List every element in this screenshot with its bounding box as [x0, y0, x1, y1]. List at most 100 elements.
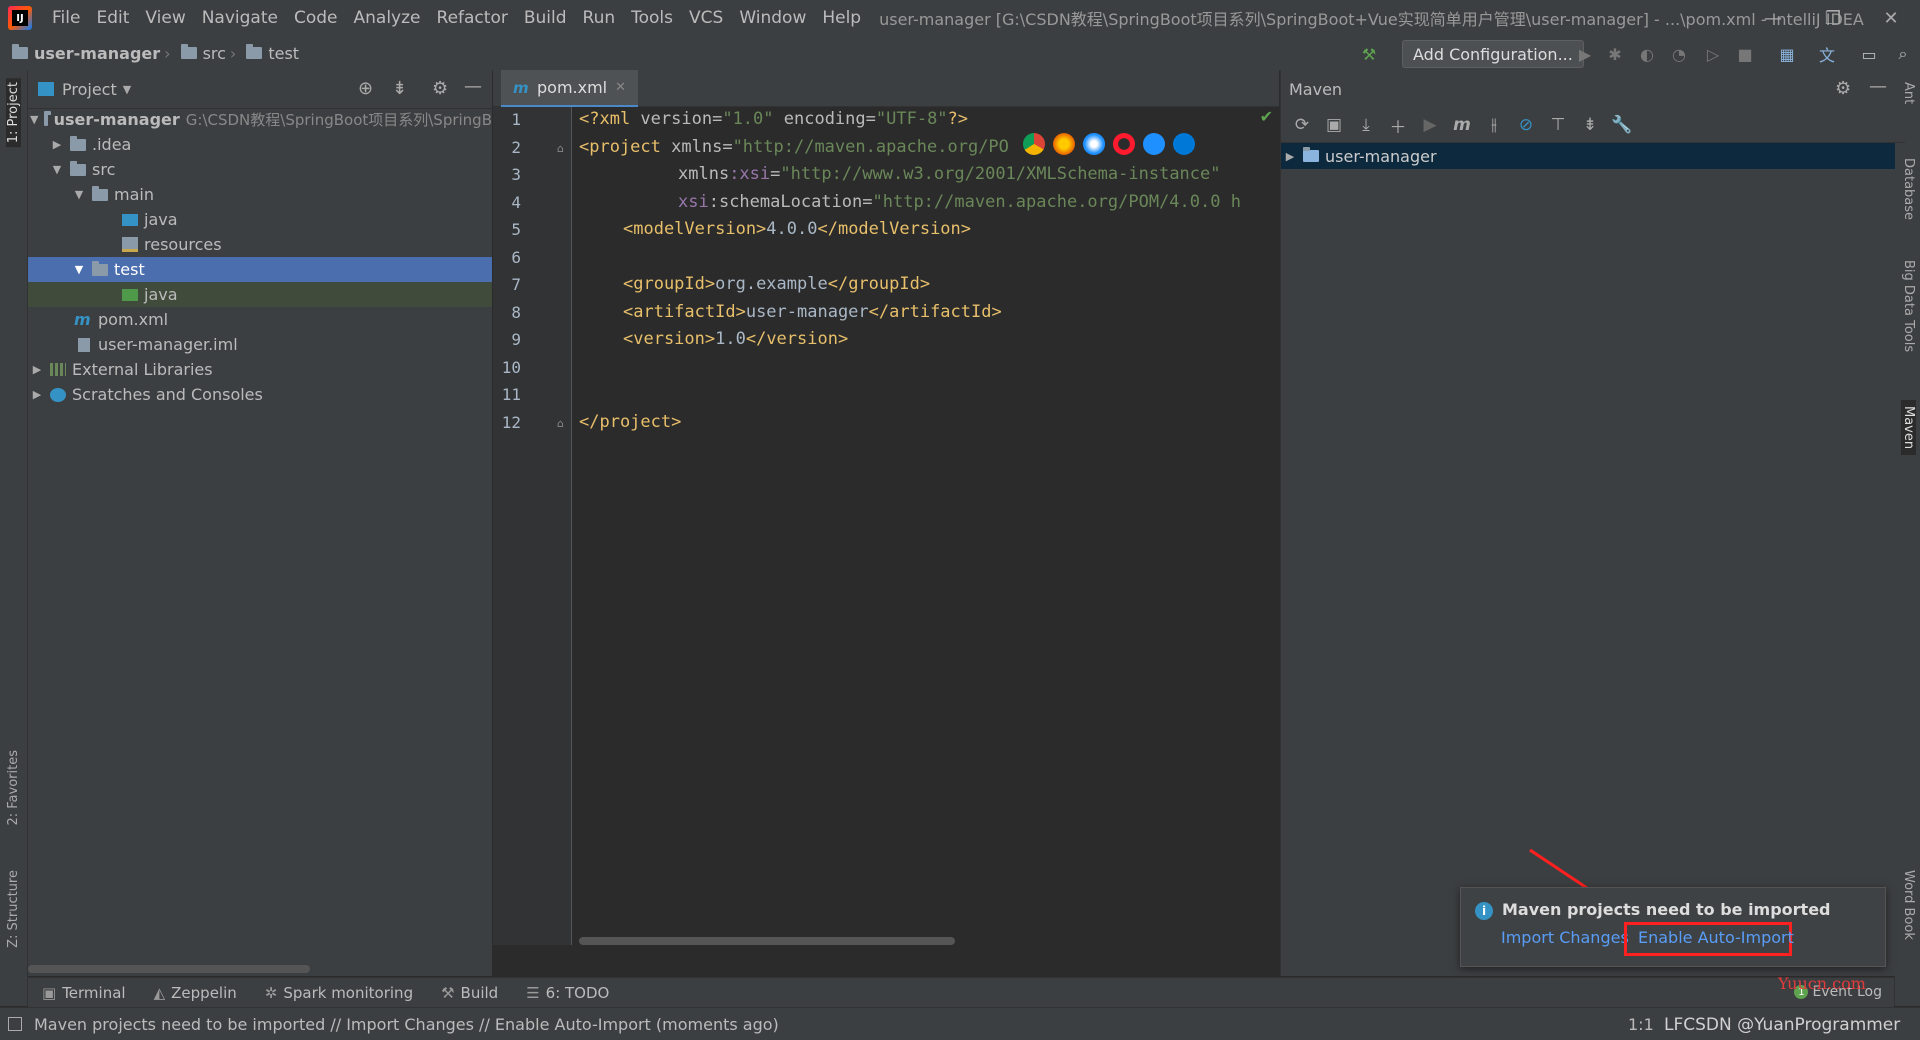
locate-file-icon[interactable]: ⊕: [358, 78, 373, 99]
todo-tool-tab[interactable]: ☰ 6: TODO: [526, 984, 609, 1002]
zeppelin-tool-tab[interactable]: ◭ Zeppelin: [154, 984, 237, 1002]
reload-icon[interactable]: ⟳: [1291, 114, 1313, 136]
horizontal-scrollbar[interactable]: [28, 965, 310, 973]
execute-goal-icon[interactable]: m: [1451, 114, 1473, 136]
collapse-all-icon[interactable]: ⇟: [392, 78, 407, 99]
project-view-selector[interactable]: Project: [62, 80, 117, 99]
chevron-down-icon[interactable]: ▼: [123, 83, 131, 96]
collapse-all-icon[interactable]: ⇟: [1579, 114, 1601, 136]
menu-file[interactable]: File: [44, 8, 88, 28]
stop-icon[interactable]: ■: [1734, 43, 1756, 65]
structure-tool-tab[interactable]: Z: Structure: [6, 870, 21, 948]
chevron-down-icon[interactable]: ▼: [72, 188, 86, 201]
search-icon[interactable]: ⌕: [1892, 43, 1914, 65]
debug-icon[interactable]: ✱: [1604, 43, 1626, 65]
enable-auto-import-link[interactable]: Enable Auto-Import: [1638, 928, 1794, 947]
tree-item-user-manager[interactable]: ▼ user-manager G:\CSDN教程\SpringBoot项目系列\…: [28, 107, 492, 132]
menu-navigate[interactable]: Navigate: [194, 8, 286, 28]
maven-tool-tab[interactable]: Maven: [1901, 400, 1916, 456]
menu-vcs[interactable]: VCS: [681, 8, 731, 28]
tree-item-idea[interactable]: ▶ .idea: [28, 132, 492, 157]
minimize-button[interactable]: —: [1744, 0, 1802, 36]
skip-tests-icon[interactable]: ⊘: [1515, 114, 1537, 136]
chevron-right-icon[interactable]: ▶: [1283, 150, 1297, 163]
tab-pom-xml[interactable]: m pom.xml ✕: [501, 70, 639, 108]
build-tool-tab[interactable]: ⚒ Build: [441, 984, 498, 1002]
chevron-right-icon[interactable]: ▶: [30, 388, 44, 401]
tree-item-resources[interactable]: resources: [28, 232, 492, 257]
run-icon[interactable]: ▶: [1574, 43, 1596, 65]
ant-tool-tab[interactable]: Ant: [1901, 82, 1916, 104]
menu-build[interactable]: Build: [516, 8, 575, 28]
toggle-tool-windows-icon[interactable]: [8, 1017, 22, 1031]
favorites-tool-tab[interactable]: 2: Favorites: [6, 750, 21, 826]
add-configuration-button[interactable]: Add Configuration...: [1402, 40, 1584, 68]
profile-icon[interactable]: ◔: [1668, 43, 1690, 65]
breadcrumb-test[interactable]: test: [246, 44, 299, 63]
tree-item-iml[interactable]: user-manager.iml: [28, 332, 492, 357]
close-button[interactable]: ✕: [1862, 0, 1920, 36]
tree-item-main-java[interactable]: java: [28, 207, 492, 232]
chevron-down-icon[interactable]: ▼: [50, 163, 64, 176]
terminal-tool-tab[interactable]: ▣ Terminal: [42, 984, 126, 1002]
gear-icon[interactable]: ⚙: [432, 78, 448, 99]
opera-icon[interactable]: [1113, 133, 1135, 155]
maven-project-user-manager[interactable]: ▶ user-manager: [1281, 143, 1895, 169]
menu-analyze[interactable]: Analyze: [346, 8, 429, 28]
tree-item-scratches[interactable]: ▶ Scratches and Consoles: [28, 382, 492, 407]
import-changes-link[interactable]: Import Changes: [1501, 928, 1629, 947]
project-structure-icon[interactable]: ▦: [1776, 43, 1798, 65]
show-dependencies-icon[interactable]: ⊤: [1547, 114, 1569, 136]
menu-view[interactable]: View: [137, 8, 193, 28]
edge-icon[interactable]: [1173, 133, 1195, 155]
database-tool-tab[interactable]: Database: [1901, 158, 1916, 220]
download-icon[interactable]: ⤓: [1355, 114, 1377, 136]
presentation-icon[interactable]: ▭: [1858, 43, 1880, 65]
tree-item-src[interactable]: ▼ src: [28, 157, 492, 182]
editor-horizontal-scrollbar[interactable]: [579, 937, 955, 945]
menu-window[interactable]: Window: [731, 8, 814, 28]
tree-item-test-java[interactable]: java: [28, 282, 492, 307]
internet-explorer-icon[interactable]: [1143, 133, 1165, 155]
menu-run[interactable]: Run: [575, 8, 624, 28]
translate-icon[interactable]: 文: [1816, 43, 1838, 65]
restore-button[interactable]: ❐: [1804, 0, 1862, 36]
tree-item-test[interactable]: ▼ test: [28, 257, 492, 282]
run-concurrent-icon[interactable]: ▷: [1702, 43, 1724, 65]
code-editor[interactable]: 1 2 3 4 5 6 7 8 9 10 11 12 ⌂ ⌂ <?xml ver…: [493, 107, 1279, 945]
status-message[interactable]: Maven projects need to be imported // Im…: [34, 1015, 779, 1034]
gear-icon[interactable]: ⚙: [1835, 78, 1851, 99]
chevron-down-icon[interactable]: ▼: [30, 113, 38, 126]
wrench-icon[interactable]: 🔧: [1611, 114, 1633, 136]
word-book-tool-tab[interactable]: Word Book: [1901, 870, 1916, 940]
big-data-tools-tab[interactable]: Big Data Tools: [1901, 260, 1916, 352]
coverage-icon[interactable]: ◐: [1636, 43, 1658, 65]
menu-refactor[interactable]: Refactor: [429, 8, 516, 28]
menu-help[interactable]: Help: [814, 8, 869, 28]
firefox-icon[interactable]: [1053, 133, 1075, 155]
chevron-down-icon[interactable]: ▼: [72, 263, 86, 276]
chevron-right-icon[interactable]: ▶: [30, 363, 44, 376]
project-tool-tab[interactable]: 1: Project: [6, 78, 21, 148]
chrome-icon[interactable]: [1023, 133, 1045, 155]
tree-item-external-libraries[interactable]: ▶ External Libraries: [28, 357, 492, 382]
add-icon[interactable]: ＋: [1387, 114, 1409, 138]
menu-edit[interactable]: Edit: [88, 8, 137, 28]
breadcrumb-project[interactable]: user-manager: [12, 44, 160, 63]
run-icon[interactable]: ▶: [1419, 114, 1441, 136]
tree-item-main[interactable]: ▼ main: [28, 182, 492, 207]
spark-monitoring-tool-tab[interactable]: ✲ Spark monitoring: [265, 984, 413, 1002]
fold-icon[interactable]: ⌂: [557, 417, 564, 430]
menu-tools[interactable]: Tools: [623, 8, 681, 28]
caret-position[interactable]: 1:1: [1628, 1015, 1654, 1034]
chevron-right-icon[interactable]: ▶: [50, 138, 64, 151]
menu-code[interactable]: Code: [286, 8, 346, 28]
generate-sources-icon[interactable]: ▣: [1323, 114, 1345, 136]
build-hammer-icon[interactable]: ⚒: [1358, 43, 1380, 65]
toggle-offline-icon[interactable]: ⫲: [1483, 114, 1505, 136]
safari-icon[interactable]: [1083, 133, 1105, 155]
tree-item-pom[interactable]: m pom.xml: [28, 307, 492, 332]
hide-panel-icon[interactable]: —: [1869, 76, 1887, 97]
breadcrumb-src[interactable]: src: [180, 44, 226, 63]
close-tab-icon[interactable]: ✕: [615, 80, 626, 95]
